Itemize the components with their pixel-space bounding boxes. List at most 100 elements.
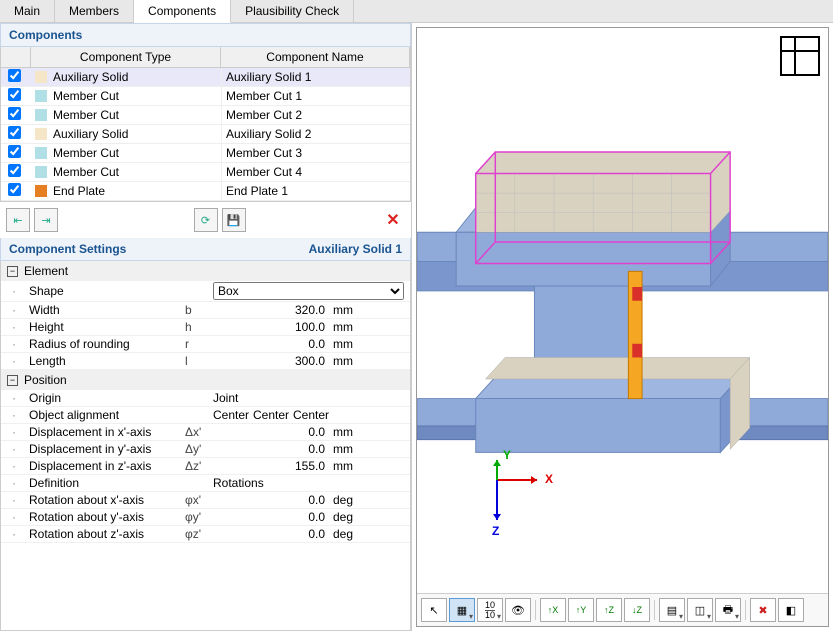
components-table: Component Type Component Name Auxiliary …	[0, 47, 411, 202]
color-swatch	[35, 147, 47, 159]
tree-dot: ·	[1, 391, 27, 405]
tab-main[interactable]: Main	[0, 0, 55, 22]
table-row[interactable]: Member CutMember Cut 1	[1, 87, 410, 106]
table-row[interactable]: Member CutMember Cut 3	[1, 144, 410, 163]
tree-dot: ·	[1, 337, 27, 351]
tab-components[interactable]: Components	[134, 0, 231, 23]
view-neg-z-button[interactable]: ↓Z	[624, 598, 650, 622]
prop-row[interactable]: ·ShapeBox	[1, 281, 410, 302]
color-swatch	[35, 109, 47, 121]
move-down-button[interactable]: ⇥	[34, 208, 58, 232]
prop-value[interactable]: 155.0	[213, 459, 333, 473]
prop-value[interactable]: 0.0	[213, 442, 333, 456]
prop-value[interactable]: 300.0	[213, 354, 333, 368]
prop-value[interactable]: 0.0	[213, 527, 333, 541]
viewport-panel: X Z Y ↖ ▦ 10 10 👁 ↑X ↑Y ↑Z ↓Z ▤ ◫ 🖶 ✖ ◧	[416, 27, 829, 627]
prop-row[interactable]: ·Heighth100.0mm	[1, 319, 410, 336]
prop-row[interactable]: ·Widthb320.0mm	[1, 302, 410, 319]
refresh-button[interactable]: ⟳	[194, 208, 218, 232]
left-panel: Components Component Type Component Name…	[0, 23, 412, 631]
tab-plausibility-check[interactable]: Plausibility Check	[231, 0, 354, 22]
row-checkbox[interactable]	[8, 183, 21, 196]
prop-row[interactable]: ·Displacement in y'-axisΔy'0.0mm	[1, 441, 410, 458]
view-cube[interactable]	[780, 36, 820, 76]
show-hide-button[interactable]: 👁	[505, 598, 531, 622]
render-mode-button[interactable]: ▤	[659, 598, 685, 622]
table-row[interactable]: Auxiliary SolidAuxiliary Solid 1	[1, 68, 410, 87]
row-checkbox[interactable]	[8, 88, 21, 101]
prop-value[interactable]: 0.0	[213, 337, 333, 351]
toggle-panel-button[interactable]: ◧	[778, 598, 804, 622]
view-z-button[interactable]: ↑Z	[596, 598, 622, 622]
color-swatch	[35, 166, 47, 178]
prop-row[interactable]: ·Rotation about z'-axisφz'0.0deg	[1, 526, 410, 543]
prop-row[interactable]: ·Rotation about y'-axisφy'0.0deg	[1, 509, 410, 526]
print-button[interactable]: 🖶	[715, 598, 741, 622]
prop-value[interactable]: 0.0	[213, 510, 333, 524]
settings-title: Component Settings	[9, 242, 126, 256]
prop-row[interactable]: ·Displacement in z'-axisΔz'155.0mm	[1, 458, 410, 475]
prop-symbol: φz'	[185, 527, 213, 541]
color-swatch	[35, 185, 47, 197]
prop-row[interactable]: ·Lengthl300.0mm	[1, 353, 410, 370]
row-checkbox[interactable]	[8, 107, 21, 120]
zoom-label: 10	[485, 601, 495, 610]
col-header-type[interactable]: Component Type	[31, 47, 221, 67]
view-x-button[interactable]: ↑X	[540, 598, 566, 622]
prop-row[interactable]: ·DefinitionRotations	[1, 475, 410, 492]
tree-dot: ·	[1, 510, 27, 524]
prop-row[interactable]: ·Object alignmentCenterCenterCenter	[1, 407, 410, 424]
clear-selection-button[interactable]: ✖	[750, 598, 776, 622]
prop-value[interactable]: 320.0	[213, 303, 333, 317]
perspective-button[interactable]: ◫	[687, 598, 713, 622]
pointer-tool[interactable]: ↖	[421, 598, 447, 622]
table-row[interactable]: Auxiliary SolidAuxiliary Solid 2	[1, 125, 410, 144]
3d-viewport[interactable]: X Z Y	[417, 28, 828, 593]
main-area: Components Component Type Component Name…	[0, 23, 833, 631]
view-y-button[interactable]: ↑Y	[568, 598, 594, 622]
view-toolbar: ↖ ▦ 10 10 👁 ↑X ↑Y ↑Z ↓Z ▤ ◫ 🖶 ✖ ◧	[417, 593, 828, 626]
prop-unit: deg	[333, 510, 373, 524]
row-type: Member Cut	[53, 89, 119, 103]
axes-gizmo: X Z Y	[477, 450, 567, 543]
group-name: Element	[24, 264, 68, 278]
properties-grid: −Element·ShapeBox·Widthb320.0mm·Heighth1…	[0, 261, 411, 631]
prop-select[interactable]: Box	[213, 282, 404, 300]
collapse-icon[interactable]: −	[7, 266, 18, 277]
prop-row[interactable]: ·OriginJoint	[1, 390, 410, 407]
col-header-name[interactable]: Component Name	[221, 47, 410, 67]
row-type: End Plate	[53, 184, 105, 198]
prop-group-header[interactable]: −Position	[1, 370, 410, 390]
tab-members[interactable]: Members	[55, 0, 134, 22]
select-tool[interactable]: ▦	[449, 598, 475, 622]
prop-unit: deg	[333, 527, 373, 541]
zoom-scale-button[interactable]: 10 10	[477, 598, 503, 622]
row-checkbox[interactable]	[8, 126, 21, 139]
table-row[interactable]: Member CutMember Cut 4	[1, 163, 410, 182]
prop-value[interactable]: 0.0	[213, 493, 333, 507]
prop-label: Length	[27, 354, 185, 368]
prop-row[interactable]: ·Radius of roundingr0.0mm	[1, 336, 410, 353]
row-checkbox[interactable]	[8, 145, 21, 158]
prop-unit: mm	[333, 354, 373, 368]
row-name: Member Cut 3	[221, 144, 410, 162]
prop-value[interactable]: 100.0	[213, 320, 333, 334]
table-row[interactable]: Member CutMember Cut 2	[1, 106, 410, 125]
row-checkbox[interactable]	[8, 69, 21, 82]
save-button[interactable]: 💾	[222, 208, 246, 232]
delete-button[interactable]: ✕	[381, 208, 405, 232]
table-row[interactable]: End PlateEnd Plate 1	[1, 182, 410, 201]
prop-group-header[interactable]: −Element	[1, 261, 410, 281]
row-checkbox[interactable]	[8, 164, 21, 177]
components-toolbar: ⇤ ⇥ ⟳ 💾 ✕	[0, 202, 411, 238]
prop-row[interactable]: ·Displacement in x'-axisΔx'0.0mm	[1, 424, 410, 441]
row-name: Member Cut 4	[221, 163, 410, 181]
collapse-icon[interactable]: −	[7, 375, 18, 386]
move-up-button[interactable]: ⇤	[6, 208, 30, 232]
tree-dot: ·	[1, 354, 27, 368]
tree-dot: ·	[1, 527, 27, 541]
tree-dot: ·	[1, 442, 27, 456]
prop-unit: mm	[333, 320, 373, 334]
prop-value[interactable]: 0.0	[213, 425, 333, 439]
prop-row[interactable]: ·Rotation about x'-axisφx'0.0deg	[1, 492, 410, 509]
